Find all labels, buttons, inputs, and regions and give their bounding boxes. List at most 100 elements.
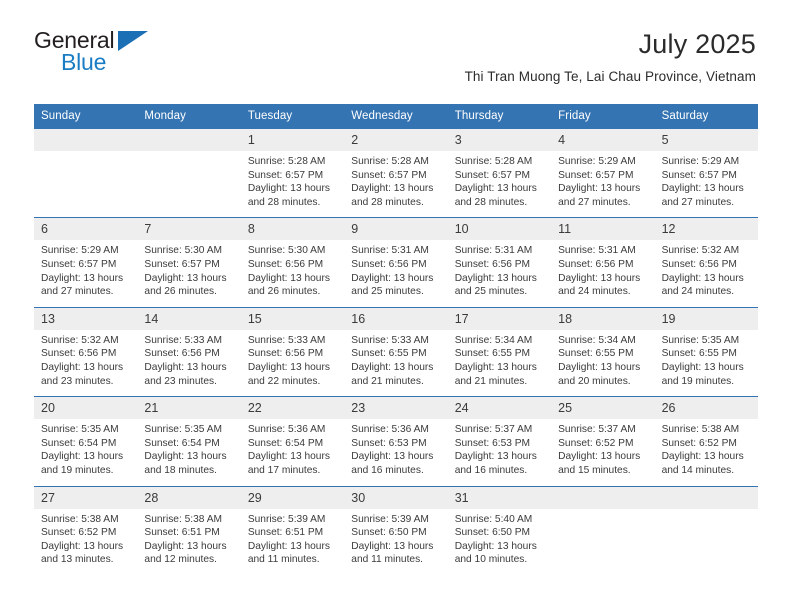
day-number[interactable]: 31 [448, 487, 551, 509]
day-cell[interactable]: Sunrise: 5:28 AM Sunset: 6:57 PM Daylight:… [241, 151, 344, 217]
day-cell[interactable]: Sunrise: 5:28 AM Sunset: 6:57 PM Daylight:… [448, 151, 551, 217]
sunrise-text: Sunrise: 5:28 AM [351, 156, 429, 167]
daylight-text-cont: and 16 minutes. [351, 464, 424, 476]
day-cell[interactable]: Sunrise: 5:29 AM Sunset: 6:57 PM Daylight:… [655, 151, 758, 217]
day-detail-row: Sunrise: 5:35 AM Sunset: 6:54 PM Daylight:… [34, 419, 758, 486]
day-number[interactable]: 16 [344, 308, 447, 330]
day-number[interactable]: 30 [344, 487, 447, 509]
day-cell[interactable]: Sunrise: 5:38 AM Sunset: 6:52 PM Daylight:… [34, 509, 137, 575]
day-number[interactable]: 6 [34, 218, 137, 240]
sunrise-text: Sunrise: 5:39 AM [351, 513, 429, 525]
day-cell[interactable]: Sunrise: 5:31 AM Sunset: 6:56 PM Daylight:… [344, 240, 447, 306]
brand-logo: General Blue [34, 28, 164, 76]
sunset-text: Sunset: 6:53 PM [454, 437, 531, 449]
day-number[interactable]: 14 [137, 308, 240, 330]
day-cell[interactable]: Sunrise: 5:36 AM Sunset: 6:53 PM Daylight:… [344, 419, 447, 485]
day-cell[interactable]: Sunrise: 5:29 AM Sunset: 6:57 PM Daylight:… [551, 151, 654, 217]
sunrise-text: Sunrise: 5:35 AM [41, 424, 119, 436]
day-number[interactable]: 3 [448, 129, 551, 151]
day-cell[interactable]: Sunrise: 5:34 AM Sunset: 6:55 PM Daylight:… [551, 330, 654, 396]
day-number[interactable]: 13 [34, 308, 137, 330]
day-number[interactable]: 11 [551, 218, 654, 240]
sunrise-text: Sunrise: 5:29 AM [661, 156, 740, 167]
day-number[interactable]: 5 [655, 129, 758, 151]
sunrise-text: Sunrise: 5:31 AM [351, 245, 429, 257]
day-cell[interactable]: Sunrise: 5:39 AM Sunset: 6:50 PM Daylight:… [344, 509, 447, 575]
daylight-text: Daylight: 13 hours [558, 183, 641, 195]
day-cell[interactable]: Sunrise: 5:35 AM Sunset: 6:54 PM Daylight:… [34, 419, 137, 485]
day-cell[interactable]: Sunrise: 5:40 AM Sunset: 6:50 PM Daylight:… [448, 509, 551, 575]
sunset-text: Sunset: 6:56 PM [144, 348, 220, 360]
day-cell[interactable]: Sunrise: 5:30 AM Sunset: 6:56 PM Daylight:… [241, 240, 344, 306]
day-number[interactable]: 25 [551, 397, 654, 419]
day-number[interactable]: 27 [34, 487, 137, 509]
sunrise-text: Sunrise: 5:37 AM [454, 424, 533, 436]
daylight-text-cont: and 24 minutes. [661, 286, 735, 298]
day-number[interactable]: 17 [448, 308, 551, 330]
day-cell[interactable]: Sunrise: 5:30 AM Sunset: 6:57 PM Daylight:… [137, 240, 240, 306]
day-cell[interactable]: Sunrise: 5:38 AM Sunset: 6:52 PM Daylight:… [655, 419, 758, 485]
day-number-row: 20 21 22 23 24 25 26 [34, 397, 758, 420]
day-cell[interactable]: Sunrise: 5:37 AM Sunset: 6:52 PM Daylight:… [551, 419, 654, 485]
day-cell[interactable]: Sunrise: 5:35 AM Sunset: 6:54 PM Daylight:… [137, 419, 240, 485]
day-number[interactable]: 15 [241, 308, 344, 330]
day-cell[interactable]: Sunrise: 5:37 AM Sunset: 6:53 PM Daylight:… [448, 419, 551, 485]
day-cell-empty [137, 151, 240, 217]
day-number[interactable]: 12 [655, 218, 758, 240]
daylight-text-cont: and 28 minutes. [247, 196, 321, 208]
day-number[interactable]: 10 [448, 218, 551, 240]
day-cell[interactable]: Sunrise: 5:36 AM Sunset: 6:54 PM Daylight:… [241, 419, 344, 485]
daylight-text-cont: and 26 minutes. [247, 286, 321, 298]
day-cell[interactable]: Sunrise: 5:31 AM Sunset: 6:56 PM Daylight:… [448, 240, 551, 306]
sunset-text: Sunset: 6:52 PM [661, 437, 737, 449]
day-cell[interactable]: Sunrise: 5:39 AM Sunset: 6:51 PM Daylight:… [241, 509, 344, 575]
day-cell[interactable]: Sunrise: 5:28 AM Sunset: 6:57 PM Daylight:… [344, 151, 447, 217]
day-number[interactable]: 22 [241, 397, 344, 419]
day-number[interactable]: 28 [137, 487, 240, 509]
day-cell[interactable]: Sunrise: 5:29 AM Sunset: 6:57 PM Daylight:… [34, 240, 137, 306]
page-header: General Blue July 2025 Thi Tran Muong Te… [0, 0, 792, 85]
day-number[interactable]: 24 [448, 397, 551, 419]
day-number[interactable]: 8 [241, 218, 344, 240]
daylight-text: Daylight: 13 hours [41, 272, 124, 284]
day-cell[interactable]: Sunrise: 5:33 AM Sunset: 6:56 PM Daylight:… [241, 330, 344, 396]
day-number[interactable]: 4 [551, 129, 654, 151]
day-number[interactable]: 19 [655, 308, 758, 330]
day-number-row: 13 14 15 16 17 18 19 [34, 307, 758, 330]
day-number[interactable]: 18 [551, 308, 654, 330]
sunset-text: Sunset: 6:54 PM [41, 437, 117, 449]
daylight-text: Daylight: 13 hours [247, 361, 330, 373]
day-cell-empty [655, 509, 758, 575]
sunrise-text: Sunrise: 5:35 AM [144, 424, 223, 436]
day-number[interactable]: 20 [34, 397, 137, 419]
day-cell[interactable]: Sunrise: 5:34 AM Sunset: 6:55 PM Daylight:… [448, 330, 551, 396]
day-number[interactable]: 26 [655, 397, 758, 419]
day-number[interactable]: 21 [137, 397, 240, 419]
day-number[interactable]: 9 [344, 218, 447, 240]
sunset-text: Sunset: 6:56 PM [247, 258, 324, 270]
weekday-header-row: Sunday Monday Tuesday Wednesday Thursday Frid… [34, 104, 758, 129]
day-number[interactable]: 7 [137, 218, 240, 240]
day-cell[interactable]: Sunrise: 5:32 AM Sunset: 6:56 PM Daylight:… [34, 330, 137, 396]
day-number[interactable]: 29 [241, 487, 344, 509]
sunset-text: Sunset: 6:56 PM [454, 258, 531, 270]
day-number[interactable]: 1 [241, 129, 344, 151]
day-cell[interactable]: Sunrise: 5:35 AM Sunset: 6:55 PM Daylight:… [655, 330, 758, 396]
sunset-text: Sunset: 6:53 PM [351, 437, 427, 449]
day-number[interactable]: 2 [344, 129, 447, 151]
day-number-row: 27 28 29 30 31 [34, 486, 758, 509]
day-cell[interactable]: Sunrise: 5:33 AM Sunset: 6:55 PM Daylight:… [344, 330, 447, 396]
day-number[interactable]: 23 [344, 397, 447, 419]
sunrise-text: Sunrise: 5:30 AM [247, 245, 326, 257]
daylight-text: Daylight: 13 hours [247, 183, 330, 195]
day-cell[interactable]: Sunrise: 5:31 AM Sunset: 6:56 PM Daylight:… [551, 240, 654, 306]
daylight-text-cont: and 12 minutes. [144, 554, 217, 566]
daylight-text-cont: and 28 minutes. [351, 196, 424, 208]
daylight-text: Daylight: 13 hours [661, 183, 744, 195]
day-cell[interactable]: Sunrise: 5:32 AM Sunset: 6:56 PM Daylight:… [655, 240, 758, 306]
sunset-text: Sunset: 6:51 PM [247, 527, 324, 539]
day-cell[interactable]: Sunrise: 5:38 AM Sunset: 6:51 PM Daylight:… [137, 509, 240, 575]
sunrise-text: Sunrise: 5:33 AM [144, 334, 223, 346]
day-cell[interactable]: Sunrise: 5:33 AM Sunset: 6:56 PM Daylight:… [137, 330, 240, 396]
sunset-text: Sunset: 6:54 PM [247, 437, 324, 449]
